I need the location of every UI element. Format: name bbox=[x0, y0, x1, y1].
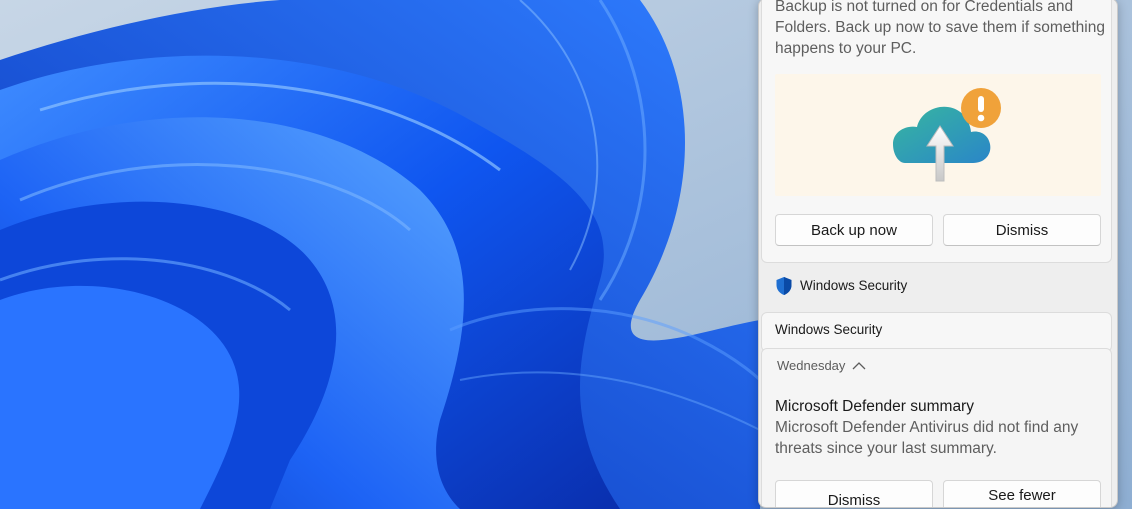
cloud-upload-warning-icon bbox=[893, 88, 1001, 182]
app-group-header[interactable]: Windows Security bbox=[759, 269, 1117, 305]
app-group-name: Windows Security bbox=[800, 278, 908, 293]
chevron-up-icon[interactable] bbox=[852, 361, 866, 371]
back-up-now-button[interactable]: Back up now bbox=[775, 214, 933, 246]
backup-hero-image bbox=[775, 74, 1101, 196]
notification-center: Backup is not turned on for Credentials … bbox=[758, 0, 1118, 508]
day-label: Wednesday bbox=[777, 358, 846, 373]
see-fewer-button[interactable]: See fewer bbox=[943, 480, 1101, 507]
windows-security-shield-icon bbox=[776, 277, 792, 295]
defender-notification-card[interactable]: Wednesday Microsoft Defender summary Mic… bbox=[761, 348, 1112, 507]
defender-notification-body: Microsoft Defender Antivirus did not fin… bbox=[775, 419, 1079, 457]
backup-notification-card[interactable]: Backup is not turned on for Credentials … bbox=[761, 0, 1112, 263]
stacked-notification-title: Windows Security bbox=[775, 322, 883, 337]
backup-notification-body: Backup is not turned on for Credentials … bbox=[775, 0, 1105, 57]
dismiss-button[interactable]: Dismiss bbox=[943, 214, 1101, 246]
defender-notification-title: Microsoft Defender summary bbox=[775, 398, 974, 415]
stacked-notification-card[interactable]: Windows Security bbox=[761, 312, 1112, 352]
dismiss-button[interactable]: Dismiss bbox=[775, 480, 933, 507]
